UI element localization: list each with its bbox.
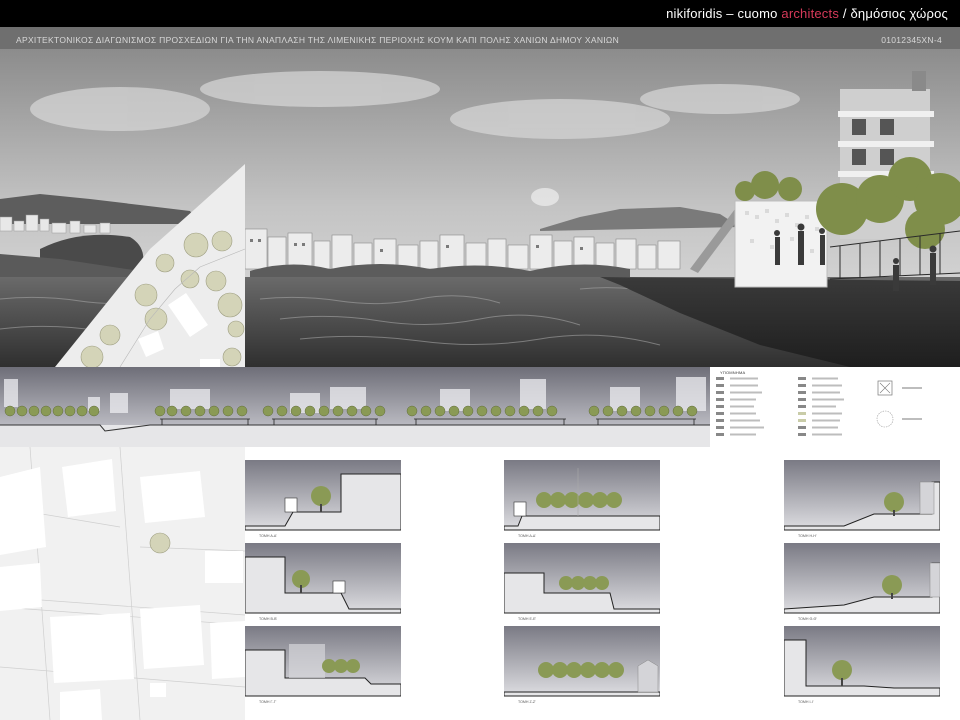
brand-prefix: nikiforidis – cuomo [666,6,782,21]
section-label: ΤΟΜΗ Ζ-Ζ' [518,700,536,704]
section-panel: ΤΟΜΗ Ζ-Ζ' [504,626,660,710]
section-drawing [504,626,660,710]
section-label: ΤΟΜΗ Δ-Δ' [518,534,536,538]
section-panel: ΤΟΜΗ Δ-Δ' [504,460,660,544]
site-plan [0,447,245,720]
section-drawing [784,543,940,627]
brand-accent: architects [781,6,840,21]
section-label: ΤΟΜΗ Α-Α' [259,534,277,538]
brand-suffix: / δημόσιος χώρος [839,6,948,21]
section-panel: ΤΟΜΗ Β-Β' [245,543,401,627]
long-elevation [0,367,710,447]
section-drawing [784,626,940,710]
section-label: ΤΟΜΗ Η-Η' [798,534,817,538]
section-label: ΤΟΜΗ Θ-Θ' [798,617,817,621]
section-panel: ΤΟΜΗ Ι-Ι' [784,626,940,710]
section-drawing [504,460,660,544]
legend: ΥΠΟΜΝΗΜΑ [710,367,960,447]
top-bar: nikiforidis – cuomo architects / δημόσιο… [0,0,960,27]
section-drawing [245,543,401,627]
section-panel: ΤΟΜΗ Ε-Ε' [504,543,660,627]
section-drawing [245,626,401,710]
legend-symbols [716,377,922,436]
ground-fill [0,425,710,447]
section-label: ΤΟΜΗ Β-Β' [259,617,278,621]
office-name: nikiforidis – cuomo architects / δημόσιο… [666,6,948,21]
harbour-render [0,49,960,367]
section-panel: ΤΟΜΗ Γ-Γ' [245,626,401,710]
section-drawing [784,460,940,544]
section-label: ΤΟΜΗ Ε-Ε' [518,617,537,621]
section-drawing [504,543,660,627]
competition-title: ΑΡΧΙΤΕΚΤΟΝΙΚΟΣ ΔΙΑΓΩΝΙΣΜΟΣ ΠΡΟΣΧΕΔΙΩΝ ΓΙ… [16,35,620,45]
presentation-board: nikiforidis – cuomo architects / δημόσιο… [0,0,960,720]
header-strip: ΑΡΧΙΤΕΚΤΟΝΙΚΟΣ ΔΙΑΓΩΝΙΣΜΟΣ ΠΡΟΣΧΕΔΙΩΝ ΓΙ… [0,27,960,49]
section-label: ΤΟΜΗ Ι-Ι' [798,700,814,704]
section-label: ΤΟΜΗ Γ-Γ' [259,700,277,704]
section-panel: ΤΟΜΗ Α-Α' [245,460,401,544]
section-drawing [245,460,401,544]
section-panel: ΤΟΜΗ Θ-Θ' [784,543,940,627]
plan-tree [149,532,171,554]
entry-code: 01012345ΧΝ-4 [881,35,942,45]
section-panel: ΤΟΜΗ Η-Η' [784,460,940,544]
